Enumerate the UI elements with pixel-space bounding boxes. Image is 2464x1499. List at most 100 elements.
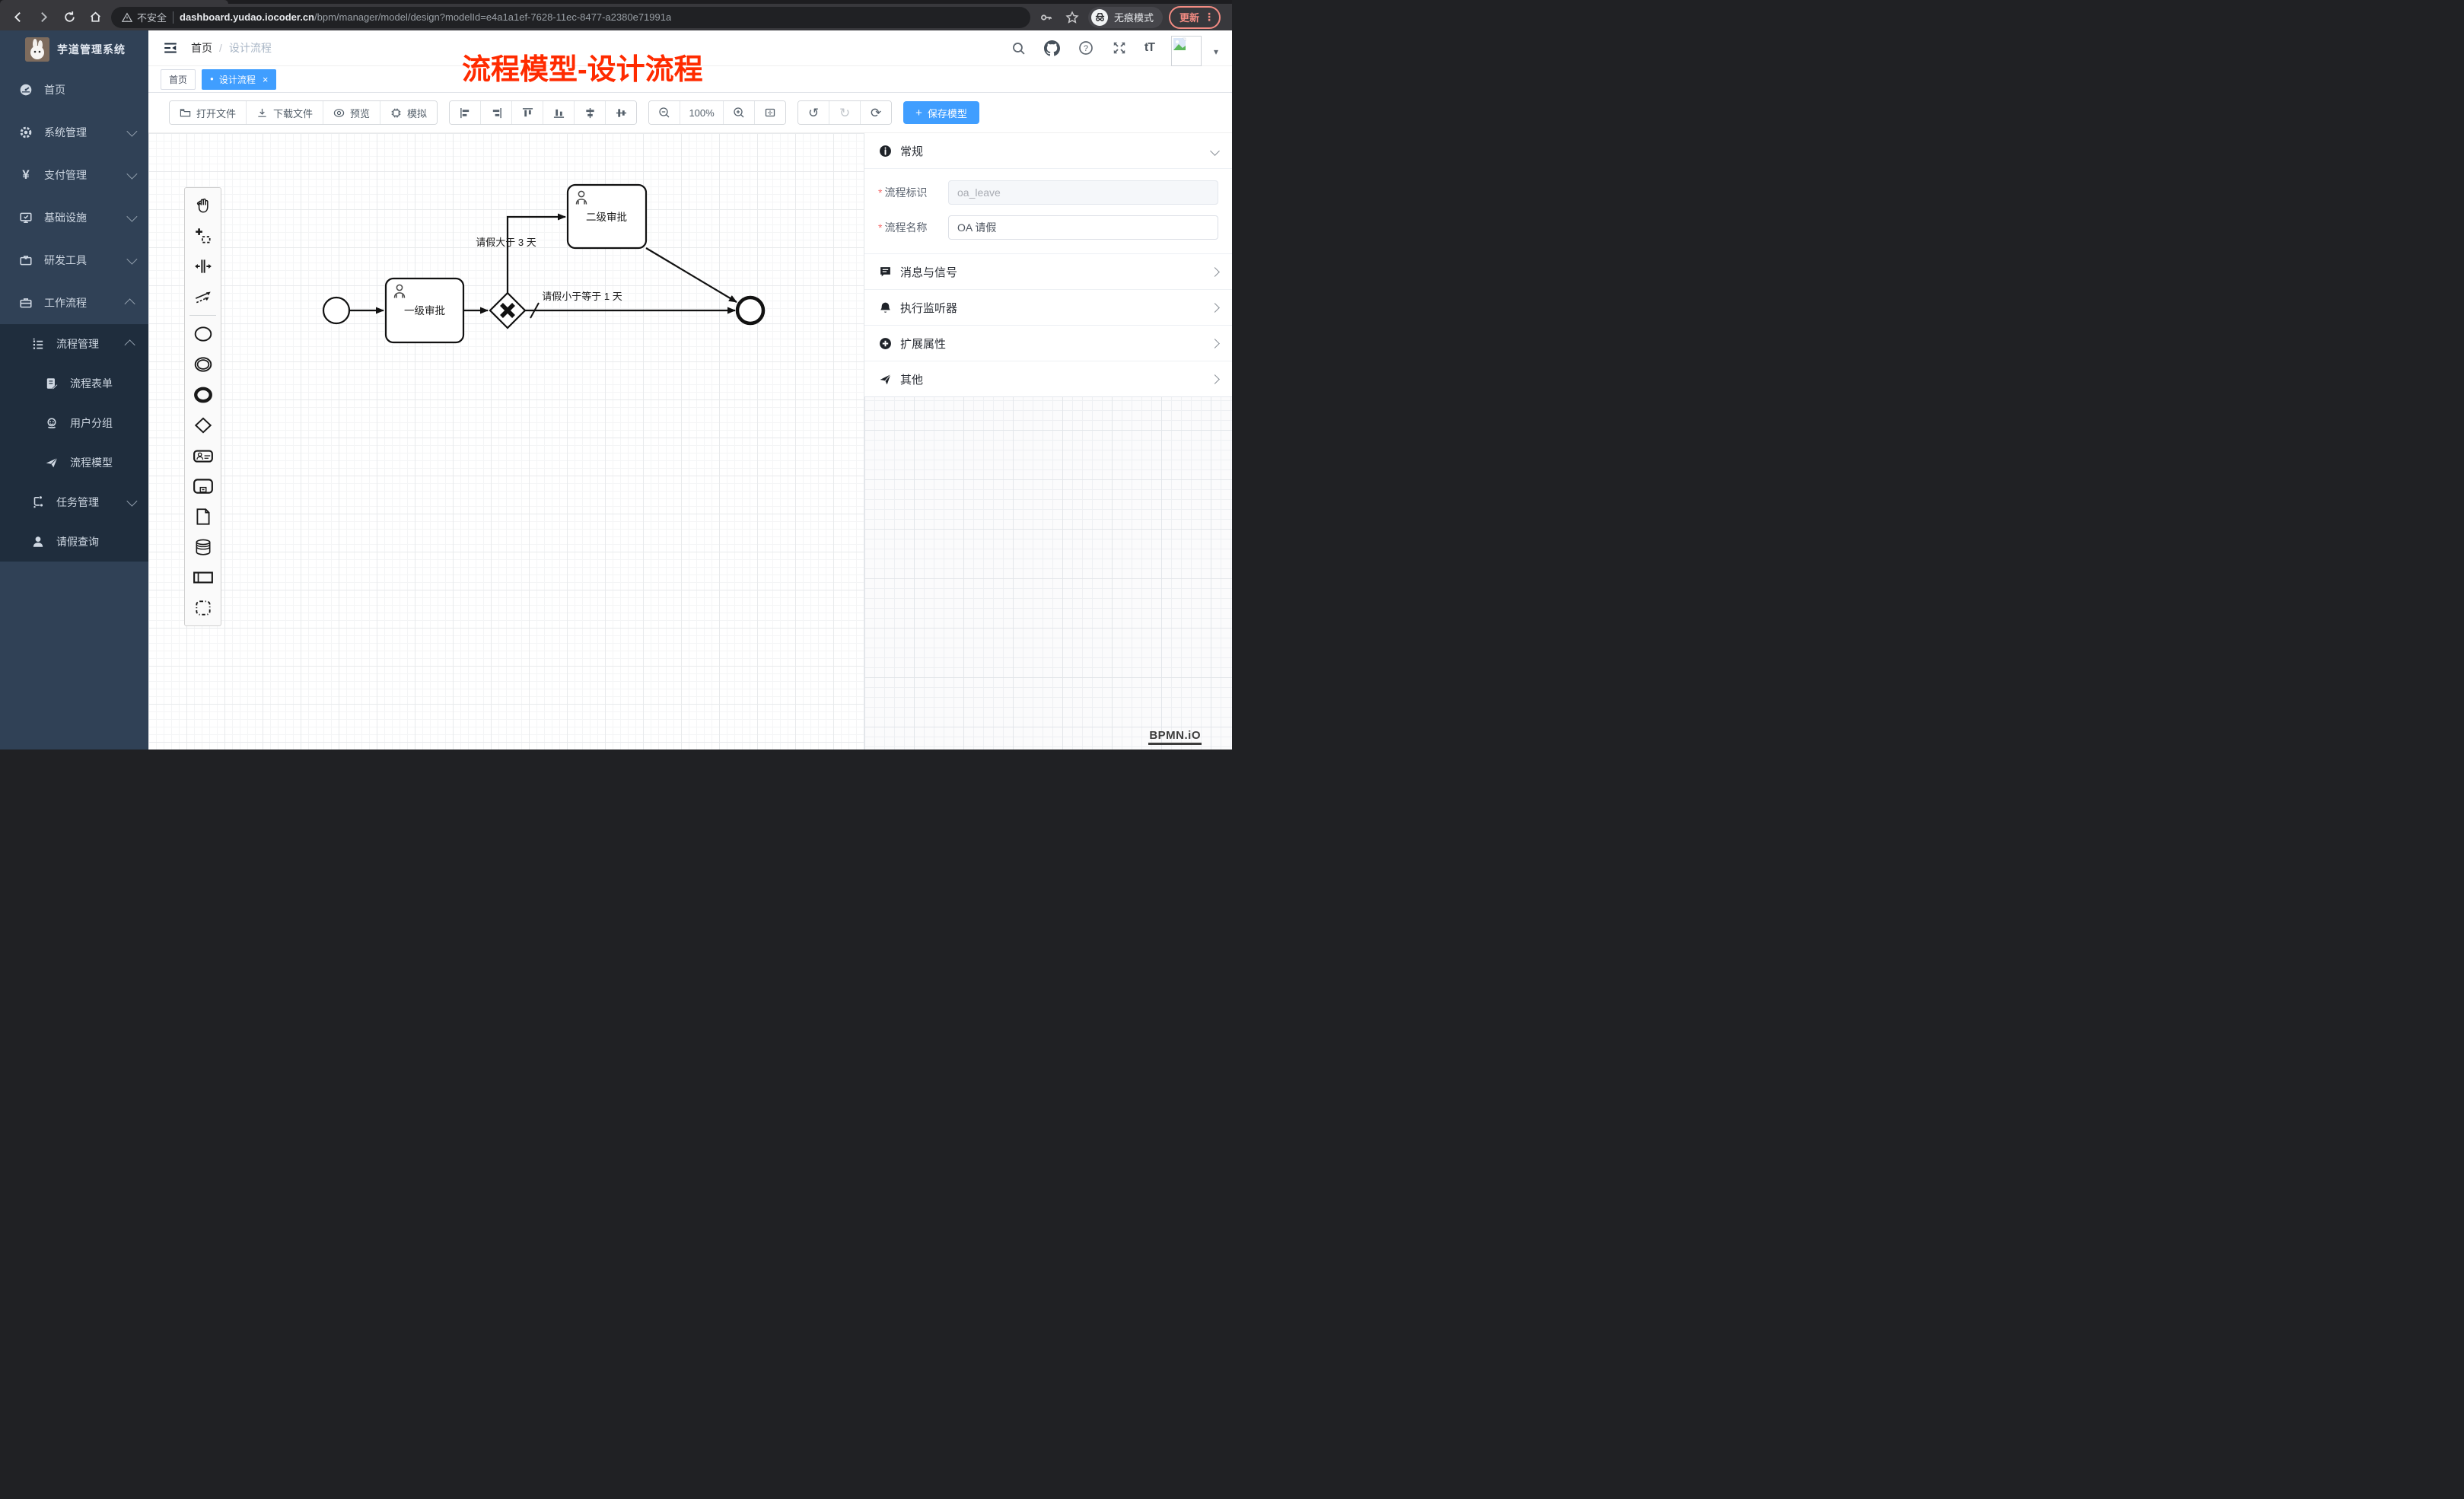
bpmn-canvas[interactable]: 请假大于 3 天 请假小于等于 1 天 一级审批 <box>148 133 1232 750</box>
start-event-tool-icon[interactable] <box>185 319 221 349</box>
sidebar-item-devtools[interactable]: 研发工具 <box>0 239 148 282</box>
avatar-caret-icon[interactable]: ▾ <box>1214 46 1218 57</box>
flow-label-le1[interactable]: 请假小于等于 1 天 <box>542 291 622 302</box>
svg-text:一级审批: 一级审批 <box>404 305 445 317</box>
tag-close-icon[interactable]: × <box>263 74 269 85</box>
tag-design-active[interactable]: ● 设计流程 × <box>202 69 276 90</box>
user-task-level2[interactable]: 二级审批 <box>568 185 646 248</box>
sidebar-item-process-model[interactable]: 流程模型 <box>0 443 148 482</box>
user-task-tool-icon[interactable] <box>185 441 221 471</box>
zoom-in-icon[interactable] <box>723 101 754 124</box>
chevron-down-icon <box>126 254 137 265</box>
data-store-tool-icon[interactable] <box>185 532 221 562</box>
reset-viewport-icon[interactable] <box>754 101 785 124</box>
group-tool-icon[interactable] <box>185 593 221 623</box>
sidebar-item-process-form[interactable]: 流程表单 <box>0 364 148 403</box>
align-bottom-icon[interactable] <box>543 101 574 124</box>
reload-icon[interactable] <box>59 8 79 27</box>
exclusive-gateway[interactable] <box>490 293 525 328</box>
url-bar[interactable]: 不安全 dashboard.yudao.iocoder.cn/bpm/manag… <box>111 7 1030 28</box>
sidebar-item-system[interactable]: 系统管理 <box>0 111 148 154</box>
required-mark: * <box>878 186 882 199</box>
align-top-icon[interactable] <box>511 101 543 124</box>
sidebar: 芋道管理系统 首页 系统管理 ¥ 支付管理 <box>0 30 148 750</box>
align-center-horizontal-icon[interactable] <box>574 101 605 124</box>
hand-tool-icon[interactable] <box>185 190 221 221</box>
bookmark-star-icon[interactable] <box>1062 8 1082 27</box>
section-general[interactable]: 常规 <box>864 133 1232 168</box>
download-file-button[interactable]: 下载文件 <box>246 101 323 124</box>
avatar[interactable] <box>1171 36 1202 66</box>
fullscreen-icon[interactable] <box>1111 40 1128 56</box>
font-size-icon[interactable]: tT <box>1144 41 1154 55</box>
main-area: 流程模型-设计流程 首页 / 设计流程 ? tT <box>148 30 1232 750</box>
sidebar-item-process-mgmt[interactable]: 流程管理 <box>0 324 148 364</box>
sidebar-item-home[interactable]: 首页 <box>0 68 148 111</box>
section-extended-attributes[interactable]: 扩展属性 <box>864 325 1232 361</box>
user-task-level1[interactable]: 一级审批 <box>386 278 463 342</box>
start-event[interactable] <box>323 298 349 323</box>
browser-chrome: 不安全 dashboard.yudao.iocoder.cn/bpm/manag… <box>0 0 1232 30</box>
user-icon <box>30 534 46 549</box>
data-object-tool-icon[interactable] <box>185 501 221 532</box>
sidebar-item-user-group[interactable]: 用户分组 <box>0 403 148 443</box>
sidebar-collapse-icon[interactable] <box>162 40 179 56</box>
redo-icon[interactable]: ↻ <box>829 101 860 124</box>
home-icon[interactable] <box>85 8 105 27</box>
github-icon[interactable] <box>1044 40 1061 56</box>
app-logo[interactable]: 芋道管理系统 <box>0 30 148 68</box>
sidebar-item-leave-query[interactable]: 请假查询 <box>0 522 148 562</box>
browser-menu-icon[interactable]: ⋮ <box>1204 11 1214 24</box>
breadcrumb-home[interactable]: 首页 <box>191 40 212 56</box>
chip-icon <box>390 107 402 119</box>
align-center-vertical-icon[interactable] <box>605 101 636 124</box>
space-tool-icon[interactable] <box>185 251 221 282</box>
restart-icon[interactable]: ⟳ <box>860 101 891 124</box>
general-form: *流程标识 *流程名称 <box>864 168 1232 253</box>
list-icon <box>30 336 46 352</box>
subprocess-tool-icon[interactable] <box>185 471 221 501</box>
update-button[interactable]: 更新 ⋮ <box>1169 6 1221 29</box>
end-event[interactable] <box>737 298 763 323</box>
forward-icon[interactable] <box>33 8 53 27</box>
key-icon[interactable] <box>1036 8 1056 27</box>
sidebar-item-payment[interactable]: ¥ 支付管理 <box>0 154 148 196</box>
connect-tool-icon[interactable] <box>185 282 221 312</box>
undo-icon[interactable]: ↺ <box>798 101 829 124</box>
simulate-button[interactable]: 模拟 <box>380 101 437 124</box>
lasso-tool-icon[interactable] <box>185 221 221 251</box>
url-text: dashboard.yudao.iocoder.cn/bpm/manager/m… <box>180 11 671 23</box>
briefcase-icon <box>18 295 33 310</box>
sidebar-item-workflow[interactable]: 工作流程 <box>0 282 148 324</box>
intermediate-event-tool-icon[interactable] <box>185 349 221 380</box>
align-left-icon[interactable] <box>450 101 480 124</box>
section-other[interactable]: 其他 <box>864 361 1232 396</box>
history-button-group: ↺ ↻ ⟳ <box>797 100 892 125</box>
section-message-signal[interactable]: 消息与信号 <box>864 253 1232 289</box>
download-icon <box>256 107 268 119</box>
flow-label-gt3[interactable]: 请假大于 3 天 <box>476 237 536 248</box>
gateway-tool-icon[interactable] <box>185 410 221 441</box>
browser-toolbar: 不安全 dashboard.yudao.iocoder.cn/bpm/manag… <box>0 4 1232 30</box>
flow-gateway-to-task2[interactable] <box>508 217 565 293</box>
participant-pool-tool-icon[interactable] <box>185 562 221 593</box>
preview-button[interactable]: 预览 <box>323 101 380 124</box>
end-event-tool-icon[interactable] <box>185 380 221 410</box>
align-right-icon[interactable] <box>480 101 511 124</box>
bpmn-io-watermark[interactable]: BPMN.iO <box>1148 729 1202 745</box>
back-icon[interactable] <box>8 8 27 27</box>
search-icon[interactable] <box>1011 40 1027 56</box>
sidebar-item-infra[interactable]: 基础设施 <box>0 196 148 239</box>
help-icon[interactable]: ? <box>1078 40 1094 56</box>
section-execution-listener[interactable]: 执行监听器 <box>864 289 1232 325</box>
sidebar-item-task-mgmt[interactable]: 任务管理 <box>0 482 148 522</box>
security-indicator[interactable]: 不安全 <box>122 10 167 24</box>
process-name-input[interactable] <box>948 215 1218 240</box>
open-file-button[interactable]: 打开文件 <box>170 101 246 124</box>
zoom-out-icon[interactable] <box>649 101 680 124</box>
incognito-label: 无痕模式 <box>1114 10 1154 24</box>
process-key-input[interactable] <box>948 180 1218 205</box>
flow-task2-to-end[interactable] <box>646 248 737 302</box>
tag-home[interactable]: 首页 <box>161 69 196 90</box>
save-model-button[interactable]: + 保存模型 <box>903 101 979 124</box>
